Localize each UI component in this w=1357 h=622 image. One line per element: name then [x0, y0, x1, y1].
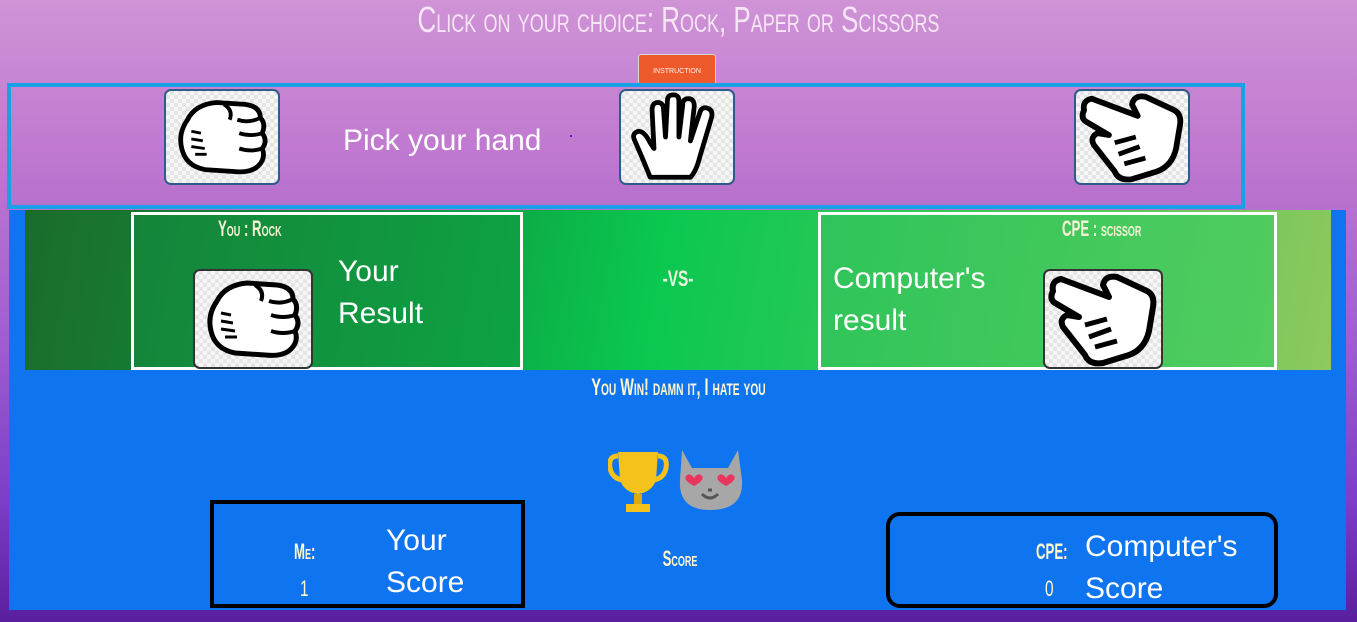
computer-choice-heading: CPE : scissor: [1062, 216, 1142, 241]
your-result-label: Your Result: [338, 251, 423, 335]
scissors-choice-button[interactable]: [1074, 89, 1190, 185]
versus-label: -VS-: [662, 266, 694, 291]
decorative-dot: [570, 135, 572, 137]
page-title: Click on your choice: Rock, Paper or Sci…: [417, 0, 940, 40]
your-score-label-line2: Score: [386, 566, 465, 599]
open-hand-icon: [631, 92, 715, 180]
computer-score-label: Computer's Score: [1085, 526, 1237, 610]
your-result-label-line2: Result: [338, 297, 424, 330]
your-result-label-line1: Your: [338, 255, 399, 288]
computer-result-label-line2: result: [833, 304, 907, 337]
pick-hand-label: Pick your hand: [343, 124, 542, 157]
fist-icon: [178, 100, 268, 175]
computer-result-label: Computer's result: [833, 258, 985, 342]
scissors-hand-icon: [1048, 273, 1157, 367]
your-score-value: 1: [300, 576, 309, 601]
round-result-message: You Win! damn it, I hate you: [591, 374, 766, 401]
computer-score-label-line1: Computer's: [1085, 530, 1238, 563]
your-score-box: [210, 500, 525, 608]
computer-result-hand: [1043, 269, 1163, 369]
your-result-box: [131, 212, 523, 370]
rock-choice-button[interactable]: [164, 89, 280, 185]
computer-score-key: CPE:: [1036, 539, 1068, 564]
score-caption: Score: [662, 546, 698, 571]
your-score-key: Me:: [294, 539, 316, 564]
heart-eyes-cat-icon: [679, 450, 743, 510]
fist-icon: [207, 280, 301, 358]
trophy-icon: [607, 452, 669, 512]
your-choice-heading: You : Rock: [218, 216, 282, 241]
computer-score-label-line2: Score: [1085, 572, 1164, 605]
scissors-hand-icon: [1079, 93, 1184, 183]
computer-result-label-line1: Computer's: [833, 262, 986, 295]
result-emojis: [607, 440, 758, 520]
paper-choice-button[interactable]: [619, 89, 735, 185]
instruction-button[interactable]: instruction: [638, 54, 716, 86]
your-score-label: Your Score: [386, 520, 464, 604]
your-result-hand: [193, 269, 313, 369]
your-score-label-line1: Your: [386, 524, 447, 557]
computer-score-value: 0: [1045, 576, 1054, 601]
